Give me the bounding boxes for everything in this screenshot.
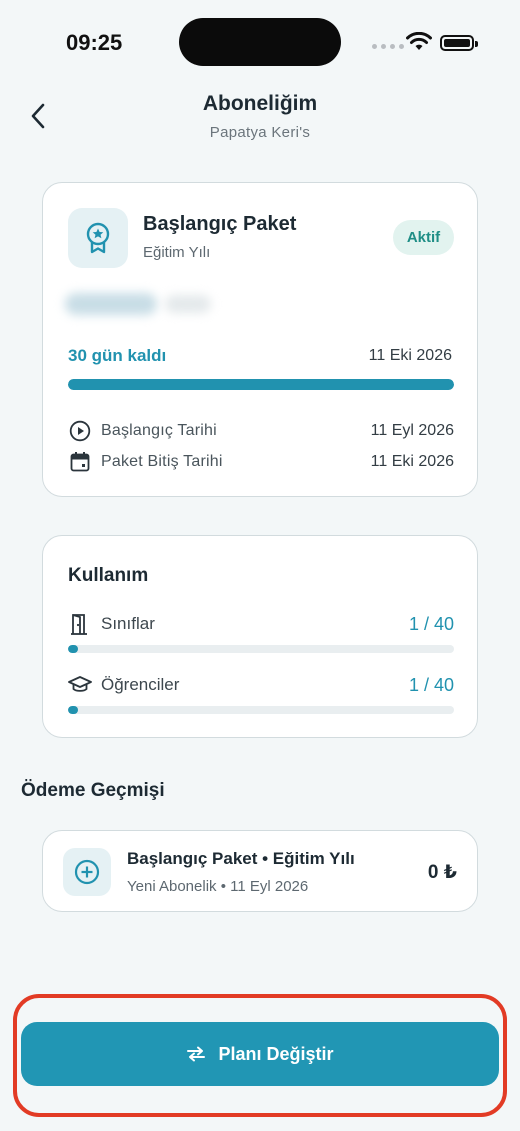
end-date-label: Paket Bitiş Tarihi: [101, 453, 223, 470]
payment-title: Başlangıç Paket • Eğitim Yılı: [127, 849, 355, 868]
usage-label: Sınıflar: [101, 614, 155, 633]
page-subtitle: Papatya Keri's: [209, 124, 311, 141]
usage-label: Öğrenciler: [101, 675, 180, 694]
blurred-price: [65, 289, 215, 319]
change-plan-label: Planı Değiştir: [218, 1043, 334, 1064]
start-date-value: 11 Eyl 2026: [370, 422, 454, 439]
remaining-days-label: 30 gün kaldı: [68, 346, 167, 365]
plan-progress-fill: [68, 379, 454, 390]
graduation-cap-icon: [68, 673, 92, 697]
page-title: Aboneliğim: [202, 92, 318, 115]
plan-progress-bar: [68, 379, 454, 390]
battery-icon: [440, 35, 478, 51]
plan-card: Başlangıç Paket Eğitim Yılı Aktif 30 gün…: [42, 182, 478, 497]
swap-arrows-icon: [187, 1046, 206, 1062]
calendar-icon: [68, 450, 92, 474]
award-badge-icon: [68, 208, 128, 268]
status-time: 09:25: [66, 30, 123, 55]
usage-card: Kullanım Sınıflar 1 / 40 Öğrenciler 1 / …: [42, 535, 478, 738]
plus-circle-icon: [63, 848, 111, 896]
payment-meta: Yeni Abonelik • 11 Eyl 2026: [127, 878, 309, 895]
plan-end-date: 11 Eki 2026: [368, 347, 452, 364]
plan-period: Eğitim Yılı: [143, 244, 211, 261]
usage-progress-classes: [68, 645, 454, 653]
end-date-value: 11 Eki 2026: [370, 453, 454, 470]
payment-history-title: Ödeme Geçmişi: [21, 780, 165, 801]
status-bar: 09:25: [0, 0, 520, 84]
usage-progress-students: [68, 706, 454, 714]
usage-value: 1 / 40: [408, 613, 454, 634]
payment-history-item[interactable]: Başlangıç Paket • Eğitim Yılı Yeni Abone…: [42, 830, 478, 912]
usage-title: Kullanım: [68, 565, 149, 586]
change-plan-button[interactable]: Planı Değiştir: [21, 1022, 499, 1086]
payment-amount: 0 ₺: [427, 862, 457, 883]
start-date-row: Başlangıç Tarihi 11 Eyl 2026: [68, 419, 454, 443]
play-circle-icon: [68, 419, 92, 443]
usage-progress-fill: [68, 706, 78, 714]
dynamic-island: [179, 18, 341, 66]
cellular-signal-icon: [372, 44, 404, 49]
status-badge: Aktif: [393, 220, 454, 255]
wifi-icon: [406, 31, 432, 57]
start-date-label: Başlangıç Tarihi: [101, 422, 217, 439]
usage-progress-fill: [68, 645, 78, 653]
usage-value: 1 / 40: [408, 674, 454, 695]
door-icon: [68, 612, 92, 636]
plan-name: Başlangıç Paket: [143, 213, 297, 235]
usage-row-classes: Sınıflar 1 / 40: [68, 612, 454, 636]
end-date-row: Paket Bitiş Tarihi 11 Eki 2026: [68, 450, 454, 474]
usage-row-students: Öğrenciler 1 / 40: [68, 673, 454, 697]
